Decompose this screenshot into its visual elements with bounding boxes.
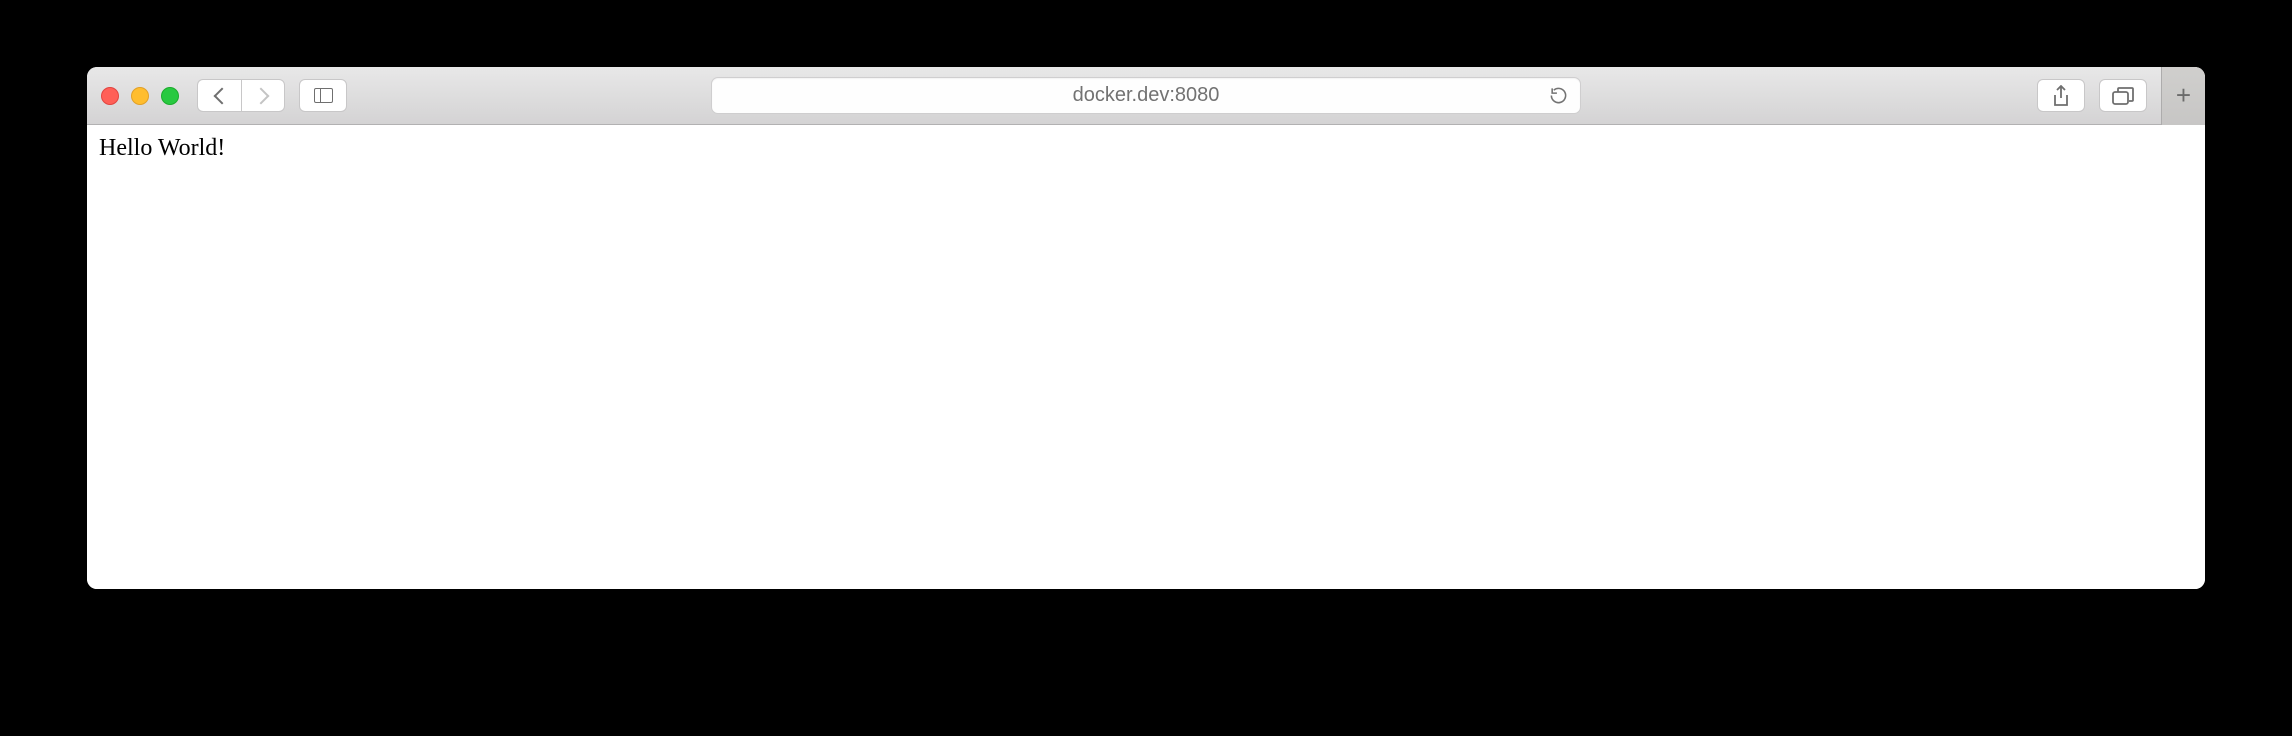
window-controls xyxy=(101,87,179,105)
minimize-window-button[interactable] xyxy=(131,87,149,105)
sidebar-toggle-button[interactable] xyxy=(299,79,347,112)
chevron-left-icon xyxy=(213,87,230,104)
share-button[interactable] xyxy=(2037,79,2085,112)
fullscreen-window-button[interactable] xyxy=(161,87,179,105)
reload-icon xyxy=(1549,86,1568,105)
toolbar-right xyxy=(2037,79,2147,112)
show-tabs-button[interactable] xyxy=(2099,79,2147,112)
reload-button[interactable] xyxy=(1548,86,1568,106)
browser-window: docker.dev:8080 xyxy=(87,67,2205,589)
page-content: Hello World! xyxy=(87,125,2205,589)
new-tab-button[interactable]: + xyxy=(2161,67,2205,125)
sidebar-icon xyxy=(314,88,333,103)
address-bar[interactable]: docker.dev:8080 xyxy=(711,77,1581,114)
navigation-buttons xyxy=(197,79,285,112)
forward-button[interactable] xyxy=(241,79,285,112)
chevron-right-icon xyxy=(253,87,270,104)
back-button[interactable] xyxy=(197,79,241,112)
tabs-icon xyxy=(2112,87,2134,105)
share-icon xyxy=(2052,85,2070,107)
page-body-text: Hello World! xyxy=(99,135,2193,162)
close-window-button[interactable] xyxy=(101,87,119,105)
address-text: docker.dev:8080 xyxy=(712,84,1580,107)
toolbar: docker.dev:8080 xyxy=(87,67,2205,125)
plus-icon: + xyxy=(2176,80,2191,111)
